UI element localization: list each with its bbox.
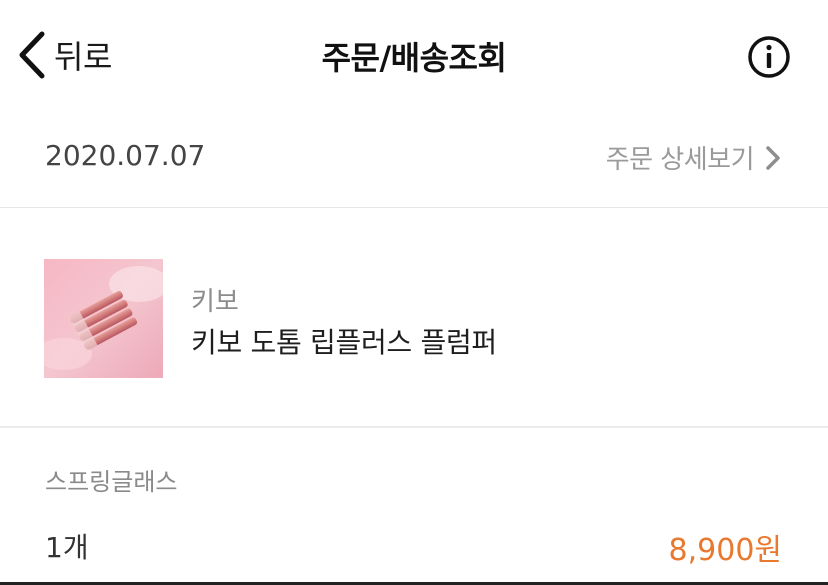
order-detail-label: 주문 상세보기 (605, 145, 755, 175)
product-brand: 키보 (191, 287, 239, 317)
top-navigation-bar: 뒤로 주문/배송조회 (0, 0, 828, 112)
option-quantity: 1개 (45, 531, 89, 564)
product-item[interactable]: 키보 키보 도톰 립플러스 플럼퍼 (0, 208, 828, 428)
order-date: 2020.07.07 (45, 139, 206, 172)
order-option-section: 스프링글래스 1개 8,900원 (0, 428, 828, 585)
option-price: 8,900원 (668, 533, 782, 568)
chevron-right-icon (766, 145, 780, 170)
page-title: 주문/배송조회 (321, 39, 507, 77)
order-detail-link[interactable]: 주문 상세보기 (606, 139, 782, 176)
option-name: 스프링글래스 (45, 468, 178, 496)
product-thumbnail (44, 259, 163, 378)
order-summary-row: 2020.07.07 주문 상세보기 (0, 112, 828, 208)
product-name: 키보 도톰 립플러스 플럼퍼 (191, 326, 497, 359)
info-icon[interactable] (747, 35, 791, 79)
